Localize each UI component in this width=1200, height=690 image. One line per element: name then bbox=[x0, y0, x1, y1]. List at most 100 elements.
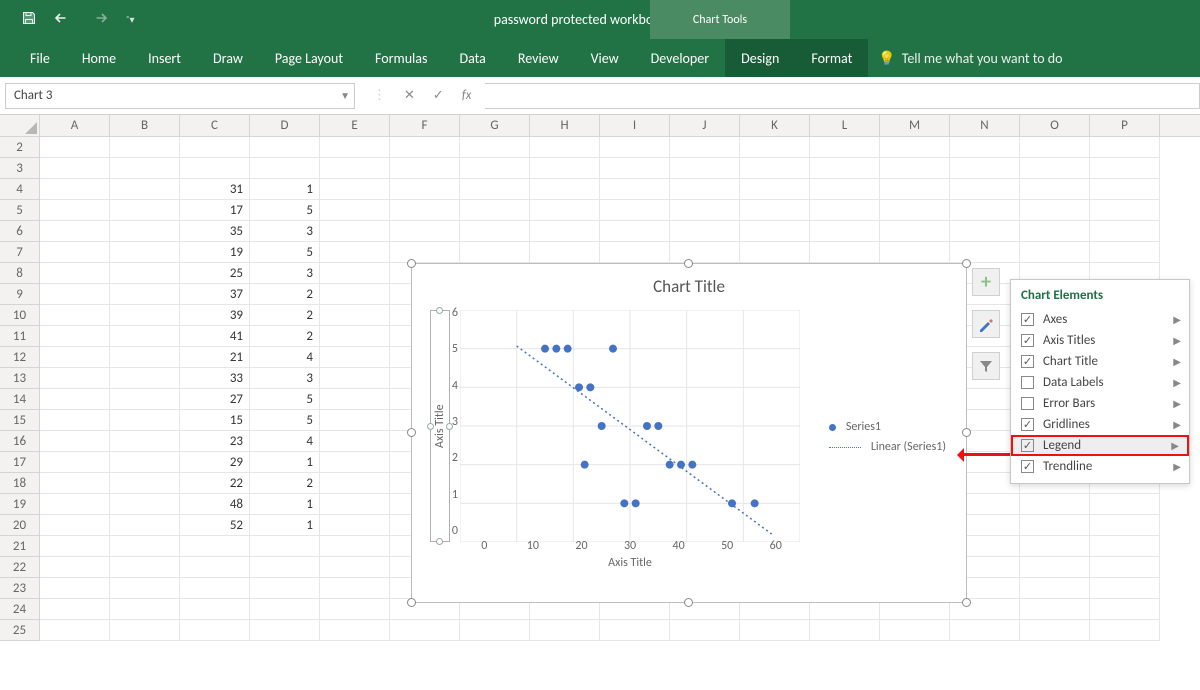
row-header-10[interactable]: 10 bbox=[0, 305, 40, 326]
column-header-M[interactable]: M bbox=[880, 115, 950, 136]
cell-O7[interactable] bbox=[1020, 242, 1090, 263]
cell-J25[interactable] bbox=[670, 620, 740, 641]
cell-E20[interactable] bbox=[320, 515, 390, 536]
chart-element-option-error-bars[interactable]: Error Bars▶ bbox=[1011, 393, 1189, 414]
chart-element-option-trendline[interactable]: ✓Trendline▶ bbox=[1011, 456, 1189, 477]
cell-E4[interactable] bbox=[320, 179, 390, 200]
cell-M5[interactable] bbox=[880, 200, 950, 221]
cell-J3[interactable] bbox=[670, 158, 740, 179]
cell-D17[interactable]: 1 bbox=[250, 452, 320, 473]
cell-C4[interactable]: 31 bbox=[180, 179, 250, 200]
row-header-5[interactable]: 5 bbox=[0, 200, 40, 221]
submenu-arrow-icon[interactable]: ▶ bbox=[1173, 355, 1181, 368]
resize-handle-bl[interactable] bbox=[407, 598, 416, 607]
cell-D21[interactable] bbox=[250, 536, 320, 557]
row-header-19[interactable]: 19 bbox=[0, 494, 40, 515]
row-header-7[interactable]: 7 bbox=[0, 242, 40, 263]
cell-O21[interactable] bbox=[1020, 536, 1090, 557]
chart-element-option-chart-title[interactable]: ✓Chart Title▶ bbox=[1011, 351, 1189, 372]
cell-K5[interactable] bbox=[740, 200, 810, 221]
cell-C16[interactable]: 23 bbox=[180, 431, 250, 452]
chart-title[interactable]: Chart Title bbox=[412, 276, 966, 297]
column-header-F[interactable]: F bbox=[390, 115, 460, 136]
cell-E13[interactable] bbox=[320, 368, 390, 389]
checkbox-icon[interactable] bbox=[1021, 376, 1034, 389]
cell-A4[interactable] bbox=[40, 179, 110, 200]
cell-O6[interactable] bbox=[1020, 221, 1090, 242]
tab-review[interactable]: Review bbox=[502, 39, 575, 77]
column-header-K[interactable]: K bbox=[740, 115, 810, 136]
cell-I7[interactable] bbox=[600, 242, 670, 263]
column-header-L[interactable]: L bbox=[810, 115, 880, 136]
cell-A17[interactable] bbox=[40, 452, 110, 473]
checkbox-icon[interactable]: ✓ bbox=[1021, 334, 1034, 347]
cell-O25[interactable] bbox=[1020, 620, 1090, 641]
cell-B25[interactable] bbox=[110, 620, 180, 641]
tab-page-layout[interactable]: Page Layout bbox=[259, 39, 359, 77]
row-header-9[interactable]: 9 bbox=[0, 284, 40, 305]
worksheet-grid[interactable]: 2345678910111213141516171819202122232425… bbox=[0, 137, 1200, 641]
row-header-2[interactable]: 2 bbox=[0, 137, 40, 158]
cell-F5[interactable] bbox=[390, 200, 460, 221]
cell-D13[interactable]: 3 bbox=[250, 368, 320, 389]
chart-element-option-gridlines[interactable]: ✓Gridlines▶ bbox=[1011, 414, 1189, 435]
cell-N5[interactable] bbox=[950, 200, 1020, 221]
cell-C6[interactable]: 35 bbox=[180, 221, 250, 242]
name-box-dropdown-icon[interactable]: ▼ bbox=[340, 89, 350, 102]
cell-N3[interactable] bbox=[950, 158, 1020, 179]
select-all-corner[interactable] bbox=[0, 115, 40, 136]
cell-D14[interactable]: 5 bbox=[250, 389, 320, 410]
chart-element-option-legend[interactable]: ✓Legend▶ bbox=[1011, 435, 1189, 456]
cell-O5[interactable] bbox=[1020, 200, 1090, 221]
cell-D11[interactable]: 2 bbox=[250, 326, 320, 347]
cell-B23[interactable] bbox=[110, 578, 180, 599]
cell-E9[interactable] bbox=[320, 284, 390, 305]
cell-H4[interactable] bbox=[530, 179, 600, 200]
tab-design[interactable]: Design bbox=[725, 39, 795, 77]
cell-F6[interactable] bbox=[390, 221, 460, 242]
cell-I5[interactable] bbox=[600, 200, 670, 221]
cell-B12[interactable] bbox=[110, 347, 180, 368]
cell-A19[interactable] bbox=[40, 494, 110, 515]
cell-L4[interactable] bbox=[810, 179, 880, 200]
cell-E25[interactable] bbox=[320, 620, 390, 641]
cell-D22[interactable] bbox=[250, 557, 320, 578]
row-header-18[interactable]: 18 bbox=[0, 473, 40, 494]
cell-E17[interactable] bbox=[320, 452, 390, 473]
cell-E16[interactable] bbox=[320, 431, 390, 452]
cell-C25[interactable] bbox=[180, 620, 250, 641]
chart-elements-button[interactable]: + bbox=[972, 268, 1000, 296]
x-axis-title[interactable]: Axis Title bbox=[460, 556, 800, 570]
cell-M2[interactable] bbox=[880, 137, 950, 158]
row-header-24[interactable]: 24 bbox=[0, 599, 40, 620]
cell-A15[interactable] bbox=[40, 410, 110, 431]
column-header-E[interactable]: E bbox=[320, 115, 390, 136]
submenu-arrow-icon[interactable]: ▶ bbox=[1173, 418, 1181, 431]
cell-B19[interactable] bbox=[110, 494, 180, 515]
tell-me-search[interactable]: 💡 Tell me what you want to do bbox=[868, 50, 1062, 67]
checkbox-icon[interactable]: ✓ bbox=[1021, 460, 1034, 473]
cell-D12[interactable]: 4 bbox=[250, 347, 320, 368]
cell-N6[interactable] bbox=[950, 221, 1020, 242]
cell-A8[interactable] bbox=[40, 263, 110, 284]
cell-O23[interactable] bbox=[1020, 578, 1090, 599]
row-header-3[interactable]: 3 bbox=[0, 158, 40, 179]
cell-I6[interactable] bbox=[600, 221, 670, 242]
cell-C21[interactable] bbox=[180, 536, 250, 557]
cell-M3[interactable] bbox=[880, 158, 950, 179]
cell-E21[interactable] bbox=[320, 536, 390, 557]
tab-draw[interactable]: Draw bbox=[197, 39, 259, 77]
column-header-C[interactable]: C bbox=[180, 115, 250, 136]
cell-P22[interactable] bbox=[1090, 557, 1160, 578]
chart-element-option-axes[interactable]: ✓Axes▶ bbox=[1011, 309, 1189, 330]
cell-G2[interactable] bbox=[460, 137, 530, 158]
cell-B15[interactable] bbox=[110, 410, 180, 431]
chart-styles-button[interactable] bbox=[972, 310, 1000, 338]
chart-element-option-axis-titles[interactable]: ✓Axis Titles▶ bbox=[1011, 330, 1189, 351]
cell-L3[interactable] bbox=[810, 158, 880, 179]
submenu-arrow-icon[interactable]: ▶ bbox=[1173, 460, 1181, 473]
cell-H2[interactable] bbox=[530, 137, 600, 158]
cell-E2[interactable] bbox=[320, 137, 390, 158]
cell-C14[interactable]: 27 bbox=[180, 389, 250, 410]
cell-E7[interactable] bbox=[320, 242, 390, 263]
